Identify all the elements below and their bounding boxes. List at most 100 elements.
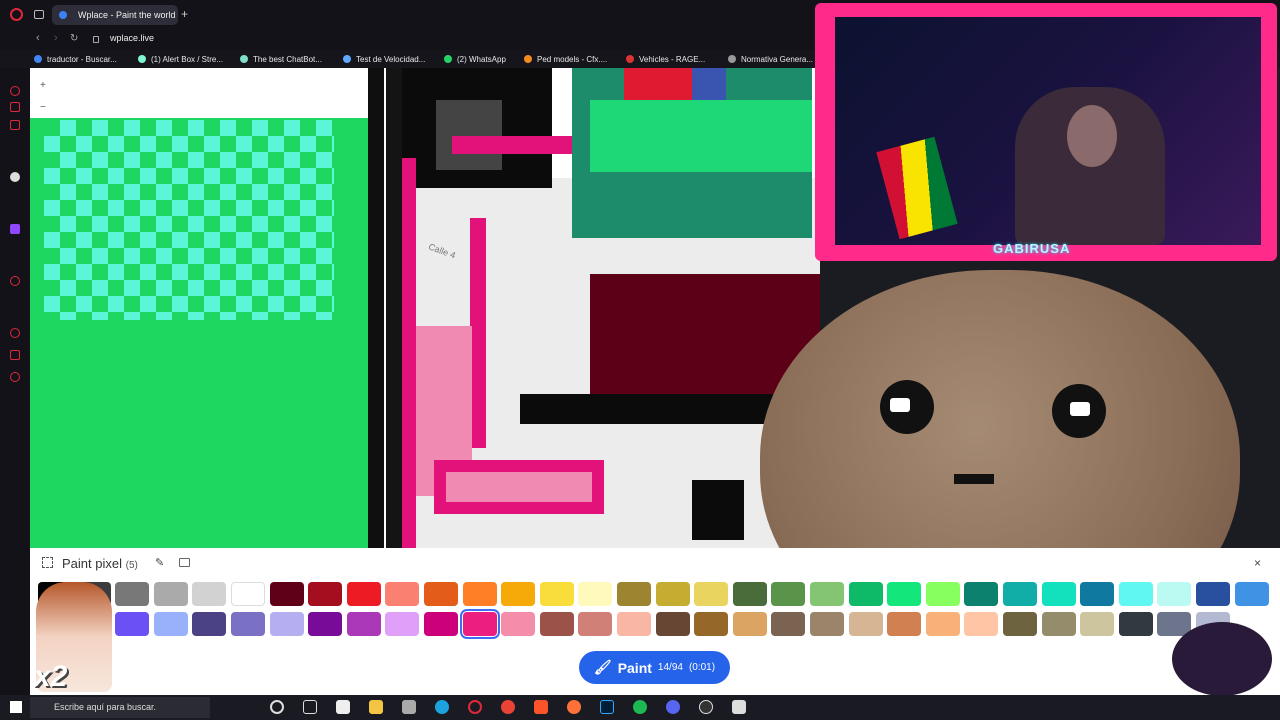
color-swatch-row1-27[interactable] [1080,582,1115,606]
pixel-canvas[interactable]: + − Calle 4 [30,68,820,558]
color-swatch-row1-20[interactable] [810,582,844,606]
brave-icon[interactable] [534,700,548,714]
extensions-icon[interactable] [10,350,20,360]
color-swatch-row1-4[interactable] [192,582,227,606]
reload-icon[interactable]: ↻ [70,33,78,44]
color-swatch-row2-19[interactable] [771,612,806,636]
windows-start-icon[interactable] [10,701,22,713]
color-swatch-row1-5[interactable] [231,582,265,606]
color-swatch-row1-9[interactable] [385,582,420,606]
obs-icon[interactable] [699,700,713,714]
color-swatch-row2-11[interactable] [459,609,500,639]
color-swatch-row2-16[interactable] [655,612,690,636]
color-swatch-row2-28[interactable] [1118,612,1153,636]
task-view-icon[interactable] [303,700,317,714]
opera-taskbar-icon[interactable] [468,700,482,714]
color-swatch-row2-22[interactable] [887,612,922,636]
url-field[interactable]: wplace.live [110,33,154,43]
color-swatch-row1-26[interactable] [1041,582,1076,606]
bookmark-item[interactable]: (1) Alert Box / Stre... [138,53,223,66]
spotify-icon[interactable] [633,700,647,714]
color-swatch-row1-11[interactable] [462,582,497,606]
color-swatch-row1-3[interactable] [153,582,188,606]
color-swatch-row2-18[interactable] [732,612,767,636]
zoom-in-button[interactable]: + [40,80,46,91]
color-swatch-row2-2[interactable] [115,612,150,636]
news-icon[interactable] [10,120,20,130]
color-swatch-row1-24[interactable] [964,582,999,606]
messenger-icon[interactable] [10,86,20,96]
bookmark-item[interactable]: traductor - Buscar... [34,53,117,66]
color-swatch-row1-7[interactable] [308,582,343,606]
mail-icon[interactable] [10,102,20,112]
color-swatch-row2-3[interactable] [153,612,188,636]
pencil-icon[interactable]: ✎ [155,556,164,569]
color-swatch-row1-31[interactable] [1234,582,1269,606]
taskbar-search-input[interactable]: Escribe aquí para buscar. [30,697,210,718]
color-swatch-row1-13[interactable] [539,582,574,606]
player-icon[interactable] [10,276,20,286]
color-swatch-row2-14[interactable] [578,612,613,636]
cortana-icon[interactable] [270,700,284,714]
calculator-icon[interactable] [336,700,350,714]
color-swatch-row1-15[interactable] [617,582,651,606]
color-swatch-row2-24[interactable] [964,612,999,636]
tab-island-icon[interactable] [34,10,44,19]
opera-logo-icon[interactable] [10,8,23,21]
zoom-out-button[interactable]: − [40,102,46,113]
color-swatch-row1-23[interactable] [925,582,960,606]
settings-gear-icon[interactable] [10,372,20,382]
color-swatch-row2-4[interactable] [192,612,227,636]
paint-button[interactable]: 🖌 Paint 14/94 (0:01) [579,651,730,684]
discord-icon[interactable] [666,700,680,714]
bookmark-item[interactable]: Test de Velocidad... [343,53,425,66]
color-swatch-row1-29[interactable] [1157,582,1192,606]
photoshop-icon[interactable] [600,700,614,714]
collapse-icon[interactable] [42,557,53,568]
image-icon[interactable] [179,558,190,567]
app-icon[interactable] [402,700,416,714]
history-icon[interactable] [10,328,20,338]
close-panel-button[interactable]: × [1254,556,1261,570]
color-swatch-row2-10[interactable] [424,612,458,636]
color-swatch-row2-7[interactable] [308,612,343,636]
color-swatch-row2-8[interactable] [346,612,381,636]
color-swatch-row2-13[interactable] [539,612,574,636]
color-swatch-row2-17[interactable] [694,612,729,636]
color-swatch-row2-23[interactable] [925,612,960,636]
color-swatch-row1-19[interactable] [771,582,806,606]
color-swatch-row2-25[interactable] [1003,612,1037,636]
bookmark-item[interactable]: Normativa Genera... [728,53,813,66]
color-swatch-row1-28[interactable] [1118,582,1153,606]
bookmark-item[interactable]: Ped models - Cfx.... [524,53,607,66]
color-swatch-row1-14[interactable] [578,582,613,606]
color-swatch-row2-15[interactable] [617,612,651,636]
color-swatch-row2-26[interactable] [1041,612,1076,636]
aria-icon[interactable] [10,172,20,182]
color-swatch-row1-17[interactable] [694,582,729,606]
firefox-icon[interactable] [567,700,581,714]
color-swatch-row1-16[interactable] [655,582,690,606]
color-swatch-row1-12[interactable] [501,582,536,606]
photos-icon[interactable] [732,700,746,714]
chrome-icon[interactable] [501,700,515,714]
back-icon[interactable]: ‹ [36,32,40,44]
file-explorer-icon[interactable] [369,700,383,714]
color-swatch-row1-10[interactable] [424,582,458,606]
color-swatch-row2-21[interactable] [848,612,883,636]
color-swatch-row2-12[interactable] [501,612,536,636]
edge-icon[interactable] [435,700,449,714]
color-swatch-row1-18[interactable] [732,582,767,606]
bookmark-item[interactable]: The best ChatBot... [240,53,322,66]
color-swatch-row2-27[interactable] [1080,612,1115,636]
new-tab-button[interactable]: + [181,7,188,21]
bookmark-item[interactable]: Vehicles - RAGE... [626,53,705,66]
forward-icon[interactable]: › [54,32,58,44]
color-swatch-row1-22[interactable] [887,582,922,606]
color-swatch-row1-2[interactable] [115,582,150,606]
tab-wplace[interactable]: Wplace - Paint the world [52,5,178,25]
color-swatch-row1-25[interactable] [1003,582,1037,606]
color-swatch-row2-20[interactable] [810,612,844,636]
color-swatch-row1-8[interactable] [346,582,381,606]
color-swatch-row1-30[interactable] [1196,582,1230,606]
